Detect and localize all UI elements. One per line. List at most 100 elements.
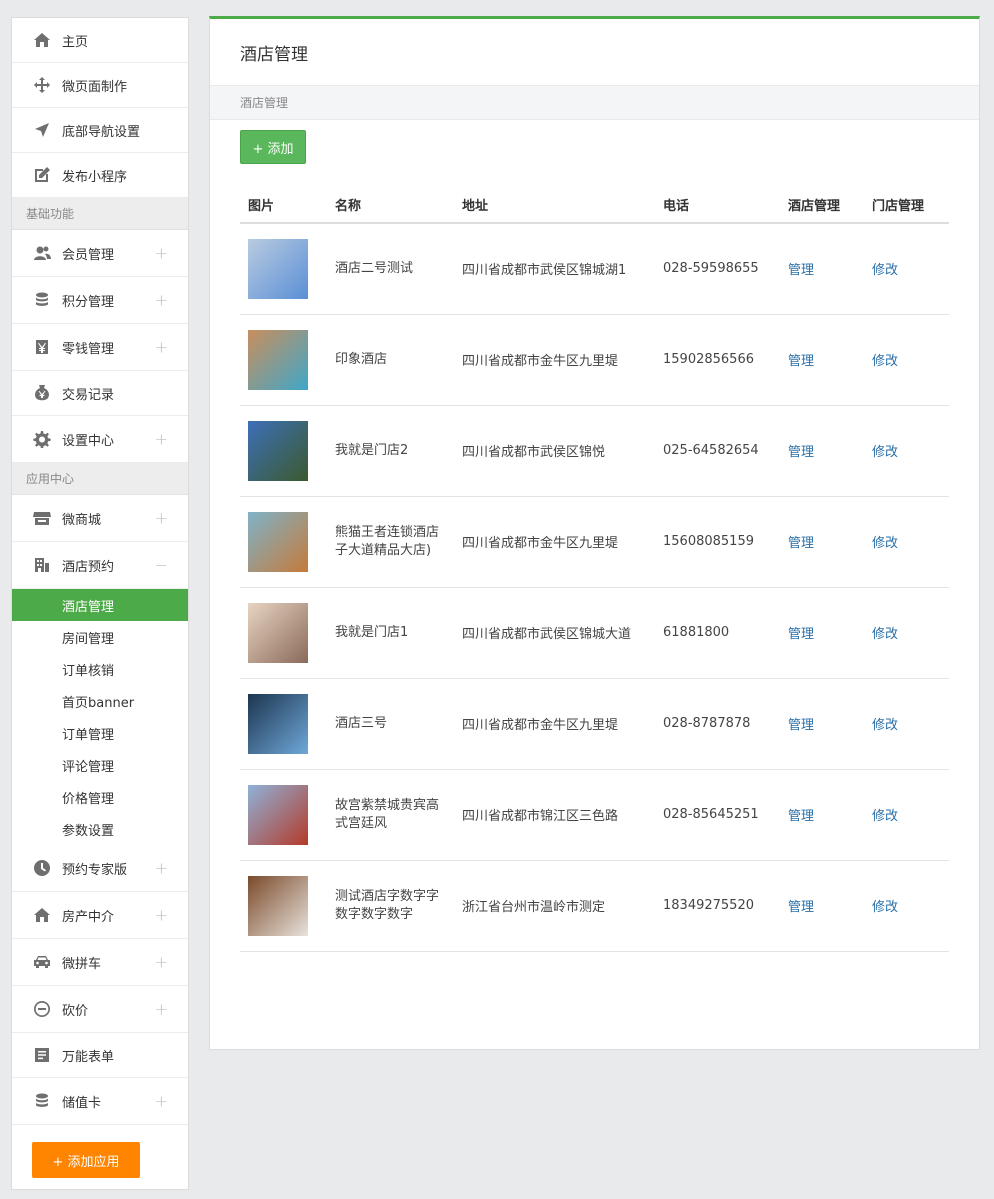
hotel-phone: 025-64582654 [655,405,780,497]
thumbnail-cell [240,314,327,406]
sidebar-item-basic-3[interactable]: 交易记录 [12,371,188,416]
home-icon [32,30,52,50]
expand-icon[interactable]: + [155,291,168,310]
sidebar-item-label: 砍价 [62,1003,89,1019]
users-icon [32,243,52,263]
hotel-subitem-1[interactable]: 房间管理 [12,621,188,653]
manage-cell: 管理 [780,678,864,770]
expand-icon[interactable]: + [155,430,168,449]
hotel-subitem-7[interactable]: 参数设置 [12,813,188,845]
edit-link[interactable]: 修改 [872,263,898,278]
edit-cell: 修改 [864,496,949,588]
expand-icon[interactable]: + [155,859,168,878]
hotel-subitem-0[interactable]: 酒店管理 [12,589,188,621]
expand-icon[interactable]: + [155,953,168,972]
sidebar-item-label: 零钱管理 [62,341,115,357]
thumbnail-cell [240,405,327,497]
hotel-thumbnail [248,875,308,936]
edit-link[interactable]: 修改 [872,627,898,642]
table-row: 熊猫王者连锁酒店子大道精品大店) 四川省成都市金牛区九里堤 15608085159 管… [240,496,949,588]
clock-icon [32,858,52,878]
sidebar-item-label: 微页面制作 [62,79,128,95]
hotel-thumbnail [248,693,308,754]
expand-icon[interactable]: + [155,1000,168,1019]
sidebar-item-app-bottom-2[interactable]: 微拼车 + [12,939,188,986]
sidebar-item-basic-0[interactable]: 会员管理 + [12,230,188,277]
sidebar-item-top-0[interactable]: 主页 [12,18,188,63]
expand-icon[interactable]: + [155,338,168,357]
edit-link[interactable]: 修改 [872,445,898,460]
edit-link[interactable]: 修改 [872,536,898,551]
sidebar-item-app-bottom-4[interactable]: 万能表单 [12,1033,188,1078]
thumbnail-cell [240,587,327,679]
sidebar-item-app-bottom-0[interactable]: 预约专家版 + [12,845,188,892]
thumbnail-cell [240,678,327,770]
expand-icon[interactable]: + [155,1092,168,1111]
main-panel: 酒店管理 酒店管理 + 添加 图片 名称 地址 电话 酒店管理 门店管理 酒店二号测试 四川… [209,16,980,1050]
manage-link[interactable]: 管理 [788,445,814,460]
hotel-phone: 028-8787878 [655,678,780,770]
sidebar-item-top-2[interactable]: 底部导航设置 [12,108,188,153]
column-header-2: 地址 [454,187,655,224]
hotel-thumbnail [248,602,308,663]
edit-link[interactable]: 修改 [872,900,898,915]
hotel-address: 四川省成都市武侯区锦城大道 [454,587,655,679]
expand-icon[interactable]: + [155,906,168,925]
hotel-subitem-3[interactable]: 首页banner [12,685,188,717]
table-row: 我就是门店2 四川省成都市武侯区锦悦 025-64582654 管理 修改 [240,405,949,497]
add-app-button[interactable]: + 添加应用 [32,1142,140,1178]
sidebar-item-app-bottom-1[interactable]: 房产中介 + [12,892,188,939]
hotel-address: 四川省成都市武侯区锦城湖1 [454,223,655,315]
sidebar-item-basic-2[interactable]: 零钱管理 + [12,324,188,371]
manage-link[interactable]: 管理 [788,536,814,551]
hotel-thumbnail [248,420,308,481]
manage-link[interactable]: 管理 [788,627,814,642]
sidebar-item-basic-4[interactable]: 设置中心 + [12,416,188,463]
thumbnail-cell [240,769,327,861]
manage-cell: 管理 [780,223,864,315]
manage-link[interactable]: 管理 [788,809,814,824]
sidebar-item-top-1[interactable]: 微页面制作 [12,63,188,108]
add-hotel-button[interactable]: + 添加 [240,130,306,164]
edit-link[interactable]: 修改 [872,718,898,733]
hotel-subitem-5[interactable]: 评论管理 [12,749,188,781]
column-header-5: 门店管理 [864,187,949,224]
sidebar-item-app-bottom-3[interactable]: 砍价 + [12,986,188,1033]
hotel-subitem-4[interactable]: 订单管理 [12,717,188,749]
manage-link[interactable]: 管理 [788,263,814,278]
hotel-subitem-2[interactable]: 订单核销 [12,653,188,685]
collapse-icon[interactable]: − [155,556,168,575]
manage-link[interactable]: 管理 [788,718,814,733]
sidebar-item-top-3[interactable]: 发布小程序 [12,153,188,198]
hotel-name: 测试酒店字数字字数字数字数字 [327,860,454,952]
edit-link[interactable]: 修改 [872,354,898,369]
edit-link[interactable]: 修改 [872,809,898,824]
hotel-subitem-6[interactable]: 价格管理 [12,781,188,813]
hotel-name: 印象酒店 [327,314,454,406]
expand-icon[interactable]: + [155,509,168,528]
manage-link[interactable]: 管理 [788,900,814,915]
table-row: 故宫紫禁城贵宾高式宫廷风 四川省成都市锦江区三色路 028-85645251 管理 修改 [240,769,949,861]
sidebar: 主页 微页面制作 底部导航设置 发布小程序 基础功能 会员管理 + 积分管理 + 零钱管理 + 交… [11,17,189,1190]
hotel-phone: 028-85645251 [655,769,780,861]
column-header-3: 电话 [655,187,780,224]
edit-cell: 修改 [864,769,949,861]
building-icon [32,555,52,575]
sidebar-item-app-1[interactable]: 酒店预约 − [12,542,188,589]
house-icon [32,905,52,925]
hotel-phone: 15608085159 [655,496,780,588]
expand-icon[interactable]: + [155,244,168,263]
hotel-phone: 61881800 [655,587,780,679]
hotel-thumbnail [248,238,308,299]
hotel-name: 酒店二号测试 [327,223,454,315]
sidebar-item-basic-1[interactable]: 积分管理 + [12,277,188,324]
manage-link[interactable]: 管理 [788,354,814,369]
manage-cell: 管理 [780,587,864,679]
hotel-thumbnail [248,784,308,845]
group-header-apps: 应用中心 [12,463,188,495]
sidebar-item-label: 会员管理 [62,247,115,263]
sidebar-item-app-0[interactable]: 微商城 + [12,495,188,542]
car-icon [32,952,52,972]
hotel-submenu: 酒店管理 房间管理 订单核销 首页banner 订单管理 评论管理 价格管理 参数设置 [12,589,188,845]
sidebar-item-app-bottom-5[interactable]: 储值卡 + [12,1078,188,1125]
